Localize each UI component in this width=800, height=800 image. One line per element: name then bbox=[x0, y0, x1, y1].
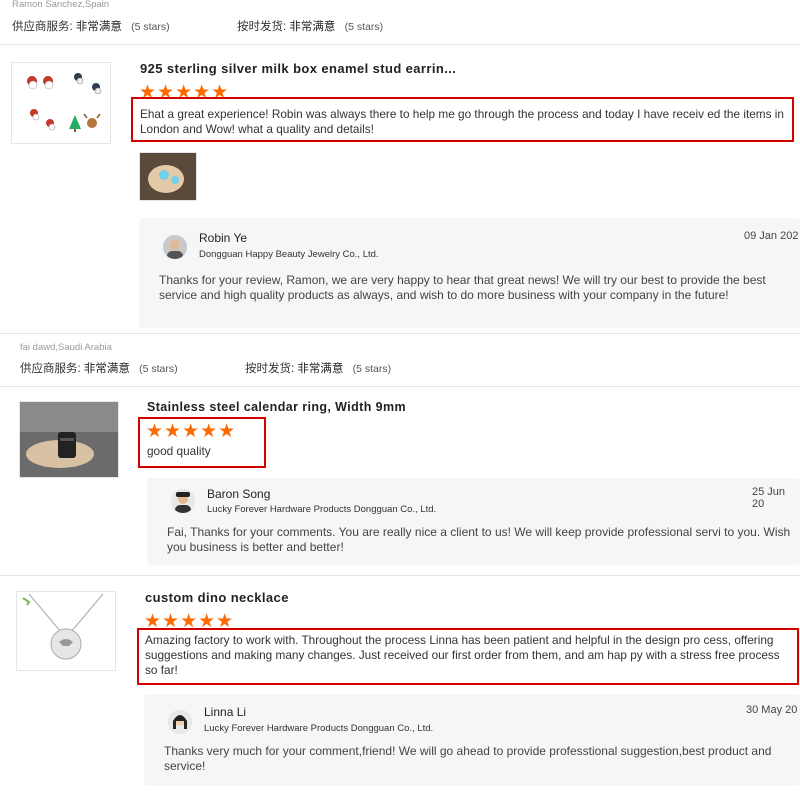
reply-date: 25 Jun 20 bbox=[752, 486, 786, 510]
shipping-rating: 按时发货: 非常满意 (5 stars) bbox=[237, 21, 384, 33]
avatar bbox=[168, 710, 192, 734]
buyer-name: fai dawd,Saudi Arabia bbox=[20, 342, 112, 353]
reply-date: 09 Jan 202 bbox=[744, 230, 799, 242]
shipping-rating: 按时发货: 非常满意 (5 stars) bbox=[245, 363, 392, 375]
review-photo[interactable] bbox=[139, 152, 197, 201]
seller-company[interactable]: Dongguan Happy Beauty Jewelry Co., Ltd. bbox=[199, 249, 379, 260]
product-thumbnail[interactable] bbox=[19, 401, 119, 478]
supplier-service-rating: 供应商服务: 非常满意 (5 stars) bbox=[20, 363, 178, 375]
product-thumbnail[interactable] bbox=[11, 62, 111, 144]
product-title[interactable]: 925 sterling silver milk box enamel stud… bbox=[140, 61, 540, 76]
review-text: Ehat a great experience! Robin was alway… bbox=[140, 107, 784, 136]
product-title[interactable]: custom dino necklace bbox=[145, 590, 289, 605]
divider bbox=[0, 44, 800, 45]
product-title[interactable]: Stainless steel calendar ring, Width 9mm bbox=[147, 400, 406, 414]
reply-text: Thanks very much for your comment,friend… bbox=[164, 744, 772, 773]
avatar bbox=[171, 489, 195, 513]
rating-stars: ★★★★★ bbox=[146, 421, 237, 442]
product-thumbnail[interactable] bbox=[16, 591, 116, 671]
seller-reply: Robin Ye Dongguan Happy Beauty Jewelry C… bbox=[139, 218, 800, 328]
reply-text: Fai, Thanks for your comments. You are r… bbox=[167, 525, 791, 554]
seller-name: Linna Li bbox=[204, 705, 247, 719]
review-text: good quality bbox=[147, 444, 211, 458]
seller-name: Robin Ye bbox=[199, 231, 248, 245]
seller-reply: Linna Li Lucky Forever Hardware Products… bbox=[144, 694, 800, 786]
seller-company[interactable]: Lucky Forever Hardware Products Dongguan… bbox=[207, 504, 436, 515]
review-text: Amazing factory to work with. Throughout… bbox=[145, 633, 780, 677]
avatar bbox=[163, 235, 187, 259]
divider bbox=[0, 333, 800, 334]
divider bbox=[0, 575, 800, 576]
buyer-name: Ramon Sanchez,Spain bbox=[12, 0, 110, 10]
supplier-service-rating: 供应商服务: 非常满意 (5 stars) bbox=[12, 21, 170, 33]
reply-date: 30 May 20 bbox=[746, 704, 798, 716]
reply-text: Thanks for your review, Ramon, we are ve… bbox=[159, 273, 766, 302]
seller-reply: Baron Song Lucky Forever Hardware Produc… bbox=[147, 478, 800, 565]
seller-name: Baron Song bbox=[207, 487, 271, 501]
seller-company[interactable]: Lucky Forever Hardware Products Dongguan… bbox=[204, 723, 433, 734]
divider bbox=[0, 386, 800, 387]
